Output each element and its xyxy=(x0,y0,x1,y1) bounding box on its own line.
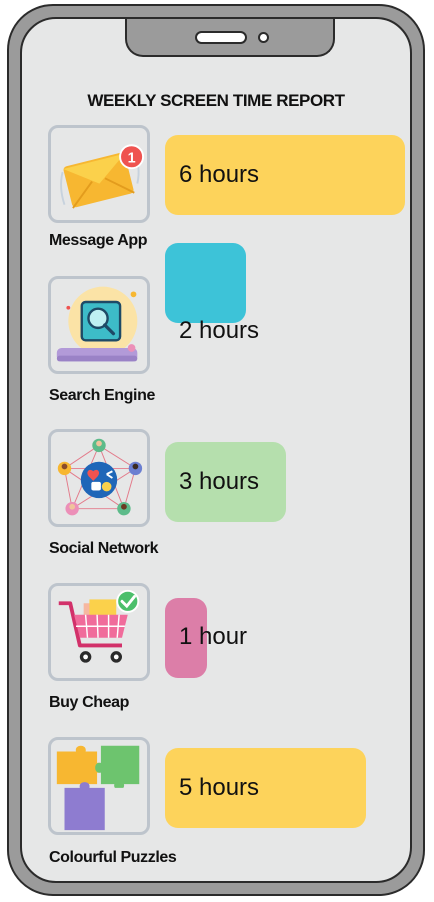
report-title: WEEKLY SCREEN TIME REPORT xyxy=(87,91,345,110)
speaker-icon xyxy=(195,31,247,44)
notification-badge: 1 xyxy=(128,151,136,167)
app-icon-search[interactable] xyxy=(48,276,150,374)
app-icon-puzzle[interactable] xyxy=(48,737,150,835)
app-label: Message App xyxy=(49,232,148,249)
shopping-cart-icon xyxy=(58,589,140,663)
bar-label: 1 hour xyxy=(179,623,248,650)
camera-icon xyxy=(258,32,269,43)
app-label: Social Network xyxy=(49,540,159,557)
bar-search-engine xyxy=(165,243,247,323)
app-label: Colourful Puzzles xyxy=(49,849,177,866)
app-label: Buy Cheap xyxy=(49,694,129,711)
app-label: Search Engine xyxy=(49,387,155,404)
bar-label: 6 hours xyxy=(179,161,260,188)
phone-frame: WEEKLY SCREEN TIME REPORT 1 Message App xyxy=(7,4,425,896)
social-network-icon xyxy=(57,438,143,516)
bar-label: 3 hours xyxy=(179,468,260,495)
phone-screen: WEEKLY SCREEN TIME REPORT 1 Message App xyxy=(20,17,412,883)
search-magnifier-icon xyxy=(56,286,138,362)
puzzle-pieces-icon xyxy=(56,745,140,831)
app-icon-message[interactable]: 1 xyxy=(48,125,150,223)
bar-label: 2 hours xyxy=(179,317,260,344)
mail-notification-icon: 1 xyxy=(60,144,145,209)
app-icon-social[interactable] xyxy=(48,429,150,527)
stage: WEEKLY SCREEN TIME REPORT 1 Message App xyxy=(0,0,434,902)
phone-notch xyxy=(125,19,335,57)
bar-label: 5 hours xyxy=(179,774,260,801)
app-icon-shop[interactable] xyxy=(48,583,150,681)
